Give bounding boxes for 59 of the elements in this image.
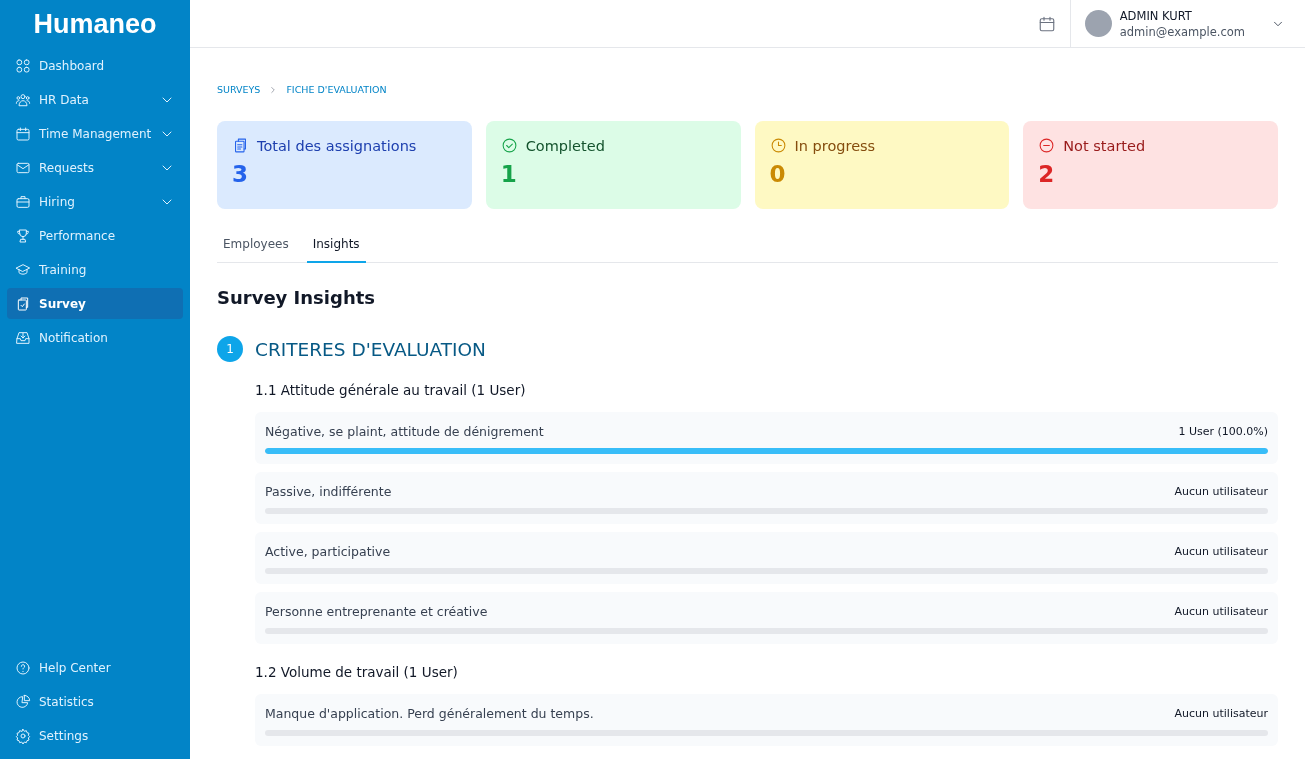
breadcrumb-link[interactable]: FICHE D'EVALUATION — [286, 84, 387, 95]
briefcase-icon — [15, 193, 31, 210]
graduation-cap-icon — [15, 261, 31, 278]
sidebar-item[interactable]: Hiring — [7, 186, 183, 217]
sidebar-item[interactable]: Help Center — [7, 652, 183, 683]
sidebar-item[interactable]: Requests — [7, 152, 183, 183]
section-number: 1 — [217, 336, 243, 362]
answer-count: Aucun utilisateur — [1174, 545, 1268, 558]
tab[interactable]: Insights — [306, 229, 366, 263]
settings-icon — [15, 727, 31, 744]
stat-label: Not started — [1063, 137, 1146, 154]
answer-count: Aucun utilisateur — [1174, 707, 1268, 720]
sidebar-item[interactable]: Survey — [7, 288, 183, 319]
calendar-icon — [15, 125, 31, 142]
answer-count: Aucun utilisateur — [1174, 485, 1268, 498]
answer-label: Négative, se plaint, attitude de dénigrement — [265, 424, 544, 439]
user-email: admin@example.com — [1119, 24, 1245, 39]
section-title: Survey Insights — [217, 287, 376, 308]
clipboard-icon — [15, 295, 31, 312]
avatar — [1084, 10, 1112, 37]
logo: Humaneo — [32, 8, 158, 41]
breadcrumb-link[interactable]: SURVEYS — [217, 84, 261, 95]
answer-label: Passive, indifférente — [265, 484, 392, 499]
inbox-icon — [15, 329, 31, 346]
stat-value: 3 — [232, 161, 249, 187]
trophy-icon — [15, 227, 31, 244]
stat-value: 1 — [500, 161, 518, 187]
calendar-icon[interactable] — [1037, 14, 1056, 33]
answer-label: Personne entreprenante et créative — [265, 604, 488, 619]
question-title: 1.1 Attitude générale au travail (1 User) — [255, 382, 527, 398]
answer-count: 1 User (100.0%) — [1178, 425, 1268, 438]
sidebar-item[interactable]: Performance — [7, 220, 183, 251]
grid-icon — [15, 57, 31, 74]
pie-chart-icon — [15, 693, 31, 710]
sidebar-item[interactable]: Dashboard — [7, 50, 183, 81]
answer-label: Manque d'application. Perd généralement du temps. — [265, 706, 594, 721]
answer-count: Aucun utilisateur — [1174, 605, 1268, 618]
sidebar-item[interactable]: HR Data — [7, 84, 183, 115]
sidebar-item[interactable]: Time Management — [7, 118, 183, 149]
sidebar-item[interactable]: Notification — [7, 322, 183, 353]
user-name: ADMIN KURT — [1119, 8, 1193, 23]
check-circle-icon — [500, 137, 518, 154]
sidebar-item[interactable]: Statistics — [7, 686, 183, 717]
question-title: 1.2 Volume de travail (1 User) — [255, 664, 459, 680]
stat-value: 0 — [769, 161, 787, 187]
stat-label: Completed — [525, 137, 605, 154]
sidebar-item[interactable]: Training — [7, 254, 183, 285]
people-icon — [15, 91, 31, 108]
stat-label: Total des assignations — [257, 137, 417, 154]
clock-icon — [769, 137, 787, 154]
sidebar-item[interactable]: Settings — [7, 720, 183, 751]
stat-label: In progress — [794, 137, 876, 154]
clipboard-icon — [232, 137, 249, 154]
help-icon — [15, 659, 31, 676]
answer-label: Active, participative — [265, 544, 391, 559]
minus-circle-icon — [1038, 137, 1056, 154]
stat-value: 2 — [1038, 161, 1056, 187]
section-heading: CRITERES D'EVALUATION — [255, 338, 486, 360]
tab[interactable]: Employees — [223, 229, 289, 263]
